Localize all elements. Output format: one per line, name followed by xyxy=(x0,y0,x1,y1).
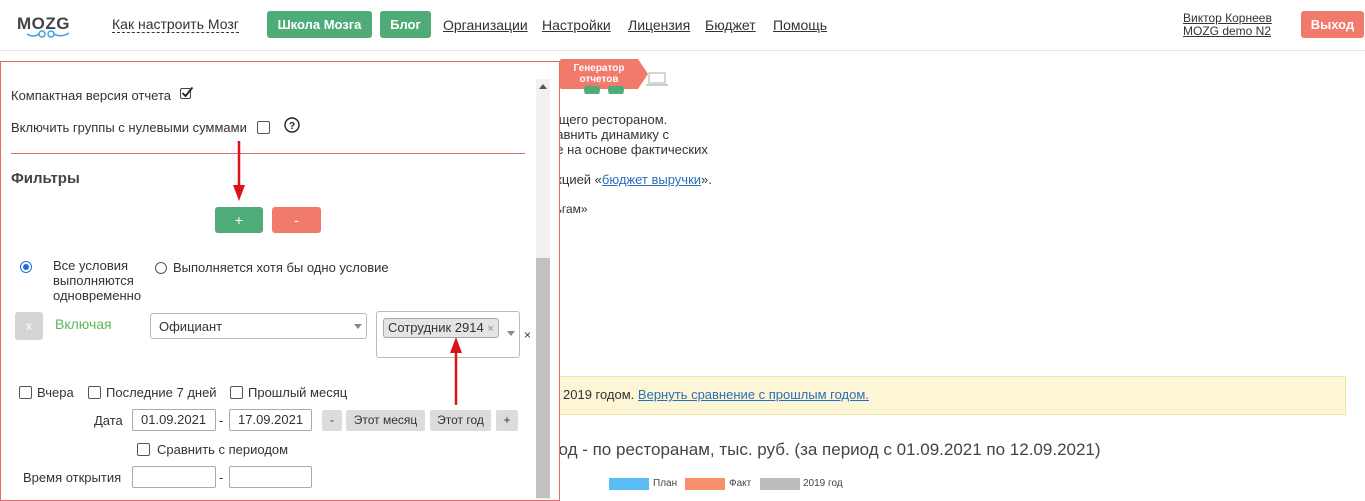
top-navbar: MOZG Как настроить Мозг Школа Мозга Блог… xyxy=(0,0,1365,51)
restore-comparison-link[interactable]: Вернуть сравнение с прошлым годом. xyxy=(638,387,869,402)
logo-text: MOZG xyxy=(17,14,70,33)
warning-text: 2019 годом. xyxy=(563,387,635,402)
date-label: Дата xyxy=(94,413,123,428)
panel-divider xyxy=(11,153,525,154)
badge-line1: Генератор xyxy=(573,63,625,74)
chart-title: иод - по ресторанам, тыс. руб. (за перио… xyxy=(549,440,1101,459)
yesterday-label: Вчера xyxy=(37,385,74,400)
remove-filter-group-button[interactable]: - xyxy=(272,207,321,233)
clear-selection-icon[interactable]: × xyxy=(524,328,531,342)
report-generator-badge[interactable]: Генератор отчетов xyxy=(560,59,648,89)
nav-blog-button[interactable]: Блог xyxy=(380,11,431,38)
yesterday-checkbox[interactable] xyxy=(19,386,32,399)
date-to-input[interactable]: 17.09.2021 xyxy=(229,409,312,431)
filters-title: Фильтры xyxy=(11,170,80,187)
date-separator: - xyxy=(219,413,224,428)
red-annotation-arrow-down xyxy=(233,141,245,201)
nav-license[interactable]: Лицензия xyxy=(628,17,690,33)
badge-line2: отчетов xyxy=(579,74,619,85)
bg-text-line1: ющего рестораном. xyxy=(549,112,668,127)
selected-tag: Сотрудник 2914 × xyxy=(383,318,499,338)
bg-text-line4: нкцией «бюджет выручки». xyxy=(549,172,712,187)
nav-budget[interactable]: Бюджет xyxy=(705,17,756,33)
panel-scroll-thumb[interactable] xyxy=(536,258,550,498)
open-time-label: Время открытия xyxy=(23,470,122,485)
help-icon[interactable]: ? xyxy=(284,117,300,133)
include-mode-toggle[interactable]: Включая xyxy=(55,316,112,332)
bg-text-line2: равнить динамику с xyxy=(549,127,670,142)
user-info[interactable]: Виктор Корнеев MOZG demo N2 xyxy=(1183,12,1272,38)
legend-2019-label: 2019 год xyxy=(803,478,843,489)
laptop-icon[interactable] xyxy=(646,72,668,86)
any-condition-label: Выполняется хотя бы одно условие xyxy=(173,260,389,275)
logout-button[interactable]: Выход xyxy=(1301,11,1364,38)
all-conditions-radio[interactable] xyxy=(20,261,32,273)
zero-groups-label: Включить группы с нулевыми суммами xyxy=(11,120,247,135)
multiselect-chevron-down-icon[interactable] xyxy=(507,331,515,336)
chevron-down-icon xyxy=(354,324,362,329)
open-time-to-input[interactable] xyxy=(229,466,312,488)
selected-tag-label: Сотрудник 2914 xyxy=(388,320,484,335)
nav-help[interactable]: Помощь xyxy=(773,17,827,33)
last-month-checkbox[interactable] xyxy=(230,386,243,399)
tag-remove-icon[interactable]: × xyxy=(487,323,493,335)
red-annotation-arrow-up xyxy=(450,337,462,405)
last-month-label: Прошлый месяц xyxy=(248,385,348,400)
remove-condition-button[interactable]: x xyxy=(15,312,43,340)
compare-period-label: Сравнить с периодом xyxy=(157,442,289,457)
compact-version-checkbox[interactable] xyxy=(180,86,194,100)
compare-period-checkbox[interactable] xyxy=(137,443,150,456)
legend-plan-label: План xyxy=(653,478,678,489)
date-minus-button[interactable]: - xyxy=(322,410,342,431)
mozg-logo[interactable]: MOZG xyxy=(17,12,79,38)
add-filter-button[interactable]: + xyxy=(215,207,263,233)
filter-value-multiselect[interactable]: Сотрудник 2914 × xyxy=(376,311,520,358)
nav-settings[interactable]: Настройки xyxy=(542,17,611,33)
nav-organizations[interactable]: Организации xyxy=(443,17,528,33)
comparison-warning: 2019 годом. Вернуть сравнение с прошлым … xyxy=(540,376,1346,415)
last7-label: Последние 7 дней xyxy=(106,385,217,400)
legend-2019-swatch xyxy=(760,478,800,490)
compact-version-label: Компактная версия отчета xyxy=(11,88,171,103)
legend-fact-swatch xyxy=(685,478,725,490)
filter-field-value: Официант xyxy=(159,319,223,334)
date-plus-button[interactable]: + xyxy=(496,410,518,431)
legend-plan-swatch xyxy=(609,478,649,490)
filter-field-select[interactable]: Официант xyxy=(150,313,367,339)
org-name[interactable]: MOZG demo N2 xyxy=(1183,25,1272,38)
time-separator: - xyxy=(219,470,224,485)
date-from-input[interactable]: 01.09.2021 xyxy=(132,409,216,431)
zero-groups-checkbox[interactable] xyxy=(257,121,270,134)
nav-school-button[interactable]: Школа Мозга xyxy=(267,11,372,38)
legend-fact-label: Факт xyxy=(729,478,752,489)
svg-text:?: ? xyxy=(289,121,295,132)
scroll-up-arrow-icon[interactable] xyxy=(539,84,547,89)
nav-how-to[interactable]: Как настроить Мозг xyxy=(112,17,239,33)
last7-checkbox[interactable] xyxy=(88,386,101,399)
open-time-from-input[interactable] xyxy=(132,466,216,488)
bg-text-line3: це на основе фактических xyxy=(549,142,708,157)
this-year-button[interactable]: Этот год xyxy=(430,410,491,431)
all-conditions-label: Все условия выполняются одновременно xyxy=(53,258,142,303)
any-condition-radio[interactable] xyxy=(155,262,167,274)
status-circles xyxy=(584,86,634,94)
budget-revenue-link[interactable]: бюджет выручки xyxy=(602,172,701,187)
this-month-button[interactable]: Этот месяц xyxy=(346,410,425,431)
